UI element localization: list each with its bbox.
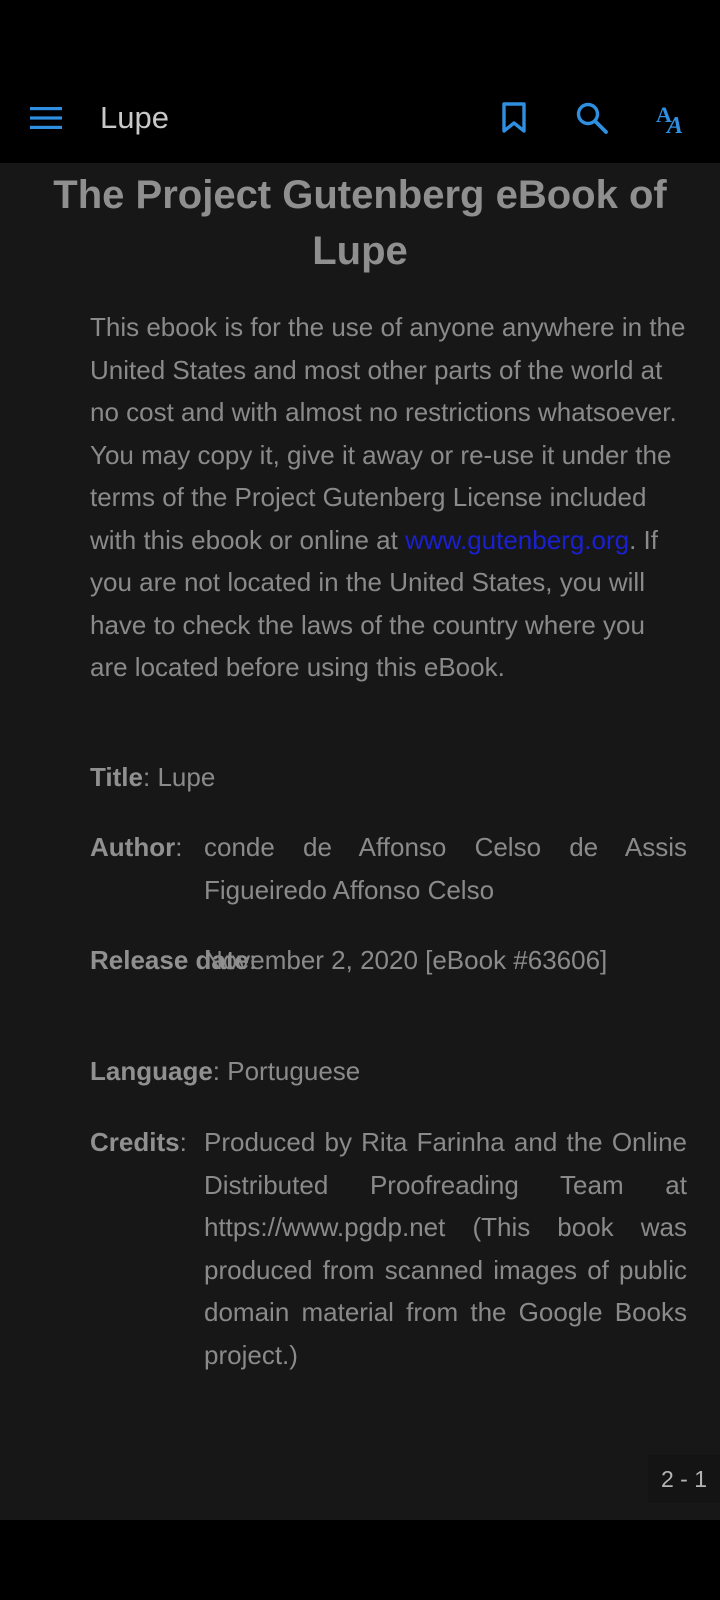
bookmark-button[interactable] — [492, 96, 536, 140]
license-text-start: This ebook is for the use of anyone anyw… — [90, 312, 686, 555]
release-date-row: Release date: November 2, 2020 [eBook #6… — [90, 939, 687, 982]
author-row: Author: conde de Affonso Celso de Assis … — [90, 826, 687, 905]
bottom-bar — [0, 1520, 720, 1600]
author-value: conde de Affonso Celso de Assis Figueire… — [204, 832, 687, 905]
language-value: Portuguese — [227, 1056, 361, 1086]
language-row: Language: Portuguese — [90, 1056, 361, 1086]
title-row: Title: Lupe — [90, 762, 216, 792]
app-title: Lupe — [100, 100, 169, 135]
search-icon — [576, 102, 608, 134]
license-paragraph: This ebook is for the use of anyone anyw… — [90, 306, 687, 689]
svg-text:A: A — [665, 113, 683, 136]
release-date-value: November 2, 2020 [eBook #63606] — [204, 945, 608, 975]
app-bar: Lupe A A — [0, 0, 720, 163]
menu-button[interactable] — [24, 98, 68, 138]
author-label: Author — [90, 832, 176, 862]
language-label: Language — [90, 1056, 213, 1086]
bookmark-icon — [502, 102, 526, 133]
menu-icon — [30, 107, 62, 129]
credits-label: Credits — [90, 1127, 180, 1157]
text-size-icon: A A — [656, 102, 683, 136]
text-size-button[interactable]: A A — [650, 96, 694, 140]
title-value: Lupe — [157, 762, 216, 792]
credits-row: Credits: Produced by Rita Farinha and th… — [90, 1121, 687, 1370]
search-button[interactable] — [570, 96, 614, 140]
credits-value: Produced by Rita Farinha and the Online … — [204, 1127, 687, 1370]
page-indicator: 2 - 1 — [648, 1455, 720, 1503]
gutenberg-link[interactable]: www.gutenberg.org — [405, 525, 629, 555]
reader-content[interactable]: The Project Gutenberg eBook of Lupe This… — [0, 163, 720, 1520]
title-label: Title — [90, 762, 143, 792]
book-heading: The Project Gutenberg eBook of Lupe — [53, 173, 667, 273]
